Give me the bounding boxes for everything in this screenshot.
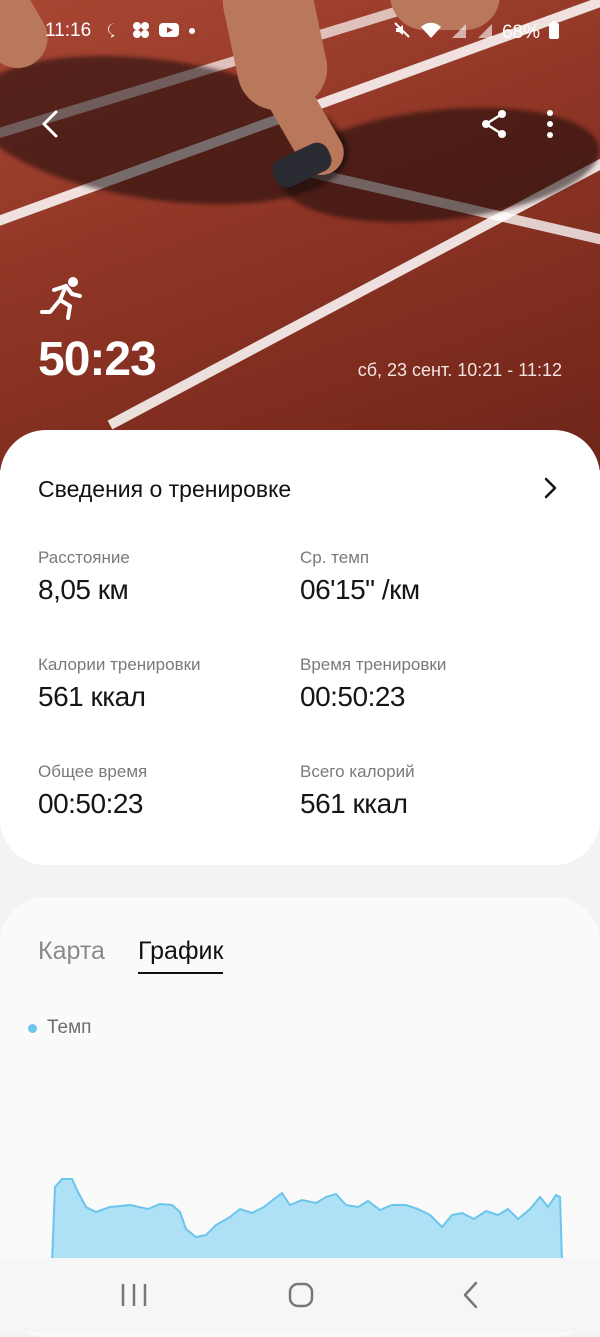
stat-avg-pace: Ср. темп 06'15" /км	[300, 548, 420, 606]
running-icon	[40, 276, 88, 320]
home-button[interactable]	[281, 1280, 321, 1312]
share-icon	[482, 110, 506, 138]
workout-date-range: сб, 23 сент. 10:21 - 11:12	[357, 360, 562, 380]
legend-swatch	[28, 1023, 37, 1033]
grid-icon	[131, 21, 151, 45]
chevron-left-icon	[42, 110, 58, 138]
stat-workout-time: Время тренировки 00:50:23	[300, 655, 446, 713]
more-vertical-icon	[547, 110, 553, 138]
stat-value: 561 ккал	[300, 788, 408, 819]
recent-apps-icon	[121, 1284, 147, 1306]
stat-total-calories: Всего калорий 561 ккал	[300, 762, 415, 820]
share-button[interactable]	[478, 108, 510, 140]
stat-workout-calories: Калории тренировки 561 ккал	[38, 655, 201, 713]
status-time: 11:16	[45, 20, 92, 41]
back-button[interactable]	[34, 106, 74, 146]
stat-label: Калории тренировки	[38, 655, 201, 674]
stat-value: 561 ккал	[38, 681, 146, 712]
chevron-right-icon[interactable]	[538, 474, 562, 502]
signal-icon-2	[476, 20, 494, 46]
chat-icon	[106, 21, 124, 45]
home-icon	[288, 1282, 314, 1308]
workout-duration: 50:23	[38, 333, 157, 386]
mute-icon	[392, 20, 412, 46]
stat-value: 8,05 км	[38, 574, 129, 605]
chart-legend: Темп	[28, 1017, 91, 1039]
pace-area	[50, 1178, 564, 1262]
stat-label: Время тренировки	[300, 655, 447, 674]
battery-percent: 68%	[501, 22, 540, 43]
details-title: Сведения о тренировке	[38, 476, 292, 502]
stat-distance: Расстояние 8,05 км	[38, 548, 130, 606]
legend-label: Темп	[47, 1017, 92, 1038]
more-options-button[interactable]	[538, 108, 562, 140]
stat-label: Ср. темп	[300, 548, 370, 567]
stat-value: 00:50:23	[38, 788, 144, 819]
stat-label: Всего калорий	[300, 762, 415, 781]
stat-value: 06'15" /км	[300, 574, 420, 605]
youtube-icon	[158, 21, 180, 45]
stat-total-time: Общее время 00:50:23	[38, 762, 147, 820]
stat-label: Расстояние	[38, 548, 130, 567]
signal-icon	[450, 20, 468, 46]
stat-label: Общее время	[38, 762, 148, 781]
tab-map[interactable]: Карта	[38, 937, 105, 966]
recent-apps-button[interactable]	[114, 1280, 154, 1312]
status-bar: 11:16 68%	[0, 18, 600, 48]
tab-graph-label: График	[138, 937, 224, 965]
tab-underline	[138, 972, 224, 974]
navigation-bar	[0, 1258, 600, 1332]
battery-icon	[548, 20, 560, 46]
workout-details-card[interactable]: Сведения о тренировке Расстояние 8,05 км…	[0, 430, 600, 865]
back-arrow-icon	[463, 1281, 478, 1309]
wifi-icon	[420, 20, 442, 46]
nav-back-button[interactable]	[452, 1280, 492, 1312]
tab-graph[interactable]: График	[138, 937, 224, 974]
dot-icon	[187, 21, 197, 45]
stat-value: 00:50:23	[300, 681, 406, 712]
hero-image	[0, 0, 600, 470]
pace-chart	[50, 1178, 564, 1262]
